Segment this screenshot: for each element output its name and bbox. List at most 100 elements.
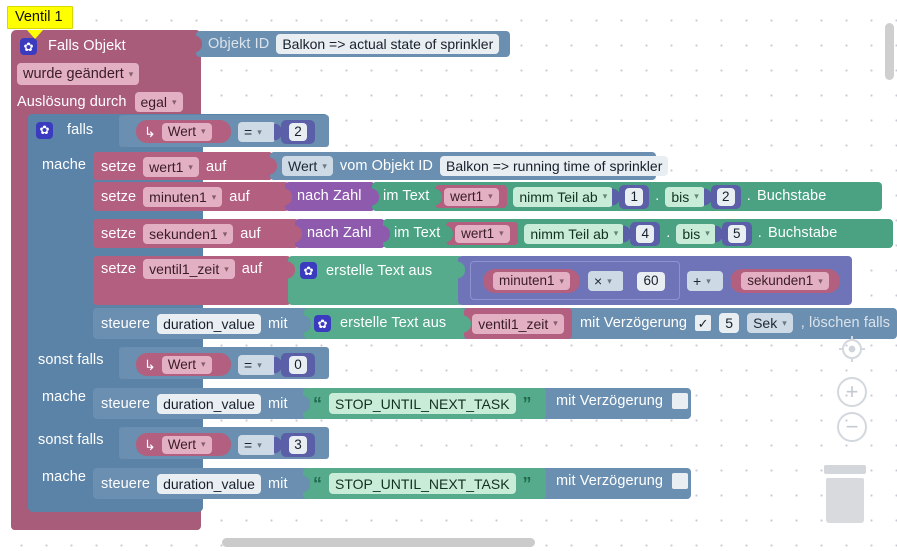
control-target-1[interactable]: duration_value — [157, 314, 261, 334]
from-object-label: vom Objekt ID — [339, 157, 434, 174]
text-value-3[interactable]: STOP_UNTIL_NEXT_TASK — [329, 473, 516, 494]
create-text-block-2[interactable]: ✿ erstelle Text aus — [303, 308, 465, 339]
zoom-out-button[interactable]: − — [837, 412, 867, 442]
value-variable-1[interactable]: ventil1_zeit — [472, 313, 564, 334]
trash-can-button[interactable] — [824, 465, 866, 523]
number-field-2[interactable]: 0 — [289, 356, 307, 374]
create-text-block-1[interactable]: ✿ erstelle Text aus — [287, 256, 463, 305]
arithmetic-block[interactable]: minuten1 × 60 + sekunden1 — [457, 256, 852, 305]
multiply-operator[interactable]: × — [588, 271, 624, 291]
substring-dropdown-minuten[interactable]: nimm Teil ab — [513, 186, 614, 207]
substring-block-sekunden[interactable]: im Text wert1 nimm Teil ab 4 . bis 5 — [382, 219, 893, 248]
number-block-2[interactable]: 0 — [274, 353, 315, 377]
set-label: setze — [101, 260, 137, 277]
substring-block-minuten[interactable]: im Text wert1 nimm Teil ab 1 . bis 2 — [371, 182, 882, 211]
variable-sekunden1[interactable]: sekunden1 — [143, 224, 234, 244]
to-number-label: nach Zahl — [307, 225, 372, 242]
from-index-sekunden[interactable]: 4 — [636, 224, 654, 243]
zoom-in-button[interactable]: + — [837, 377, 867, 407]
getter-variable-3[interactable]: Wert — [161, 435, 212, 454]
gear-icon[interactable]: ✿ — [300, 262, 317, 279]
trigger-by-dropdown[interactable]: egal — [134, 92, 183, 112]
substring-dropdown-sekunden[interactable]: nimm Teil ab — [524, 223, 625, 244]
getter-block-3[interactable]: ↳ Wert — [136, 433, 231, 456]
delay-checkbox-3[interactable] — [672, 473, 689, 489]
gear-icon[interactable]: ✿ — [20, 38, 37, 55]
quote-close-icon: ” — [522, 393, 532, 414]
to-index-block-minuten[interactable]: 2 — [703, 184, 741, 209]
value-variable-block-1[interactable]: ventil1_zeit — [463, 308, 572, 339]
text-block-2[interactable]: “ STOP_UNTIL_NEXT_TASK ” — [302, 388, 546, 419]
to-label: auf — [241, 260, 263, 277]
object-id-field[interactable]: Balkon => actual state of sprinkler — [276, 34, 500, 54]
number-block-3[interactable]: 3 — [274, 433, 315, 457]
control-target-3[interactable]: duration_value — [157, 474, 261, 494]
set-label: setze — [101, 158, 137, 175]
to-number-block-sekunden[interactable]: nach Zahl — [294, 219, 385, 248]
get-object-value-block[interactable]: Wert vom Objekt ID Balkon => running tim… — [269, 152, 669, 180]
delay-row-3: mit Verzögerung — [556, 473, 689, 489]
getter-variable-2[interactable]: Wert — [161, 355, 212, 374]
set-label: setze — [101, 188, 137, 205]
set-wert1-row: setze wert1 auf — [101, 157, 226, 177]
delay-checkbox-1[interactable]: ✓ — [695, 315, 712, 331]
variable-block-sekunden1[interactable]: sekunden1 — [723, 269, 840, 293]
getter-wert[interactable]: Wert — [282, 156, 333, 176]
gear-icon[interactable]: ✿ — [314, 315, 331, 332]
text-variable-sekunden[interactable]: wert1 — [455, 224, 510, 243]
operand-sekunden1[interactable]: sekunden1 — [741, 272, 829, 290]
text-variable-block-sekunden[interactable]: wert1 — [445, 222, 519, 245]
comparison-operator-3[interactable]: = — [238, 435, 276, 455]
condition-dropdown[interactable]: wurde geändert — [17, 63, 140, 85]
comparison-operator-2[interactable]: = — [238, 355, 276, 375]
to-index-minuten[interactable]: 2 — [717, 187, 735, 206]
delay-number-1[interactable]: 5 — [719, 313, 740, 333]
to-index-sekunden[interactable]: 5 — [728, 224, 746, 243]
number-field-1[interactable]: 2 — [289, 123, 307, 141]
from-index-block-sekunden[interactable]: 4 — [623, 221, 661, 246]
delay-label-1: mit Verzögerung — [580, 314, 688, 331]
getter-variable-1[interactable]: Wert — [161, 122, 212, 141]
number-field-60[interactable]: 60 — [637, 271, 665, 291]
block-comment[interactable]: Ventil 1 — [7, 6, 73, 29]
text-variable-minuten[interactable]: wert1 — [444, 187, 499, 206]
to-label-sekunden[interactable]: bis — [676, 223, 716, 244]
condition-dropdown-wrapper[interactable]: wurde geändert — [17, 63, 140, 85]
to-label-minuten[interactable]: bis — [665, 186, 705, 207]
text-block-3[interactable]: “ STOP_UNTIL_NEXT_TASK ” — [302, 468, 546, 499]
variable-wert1[interactable]: wert1 — [143, 157, 199, 177]
object-id-value-block[interactable]: Objekt ID Balkon => actual state of spri… — [194, 31, 510, 57]
variable-block-minuten1[interactable]: minuten1 — [476, 269, 580, 293]
number-block-1[interactable]: 2 — [274, 120, 315, 144]
plus-operator[interactable]: + — [687, 271, 723, 291]
comparison-operator-1[interactable]: = — [238, 122, 276, 142]
getter-block-2[interactable]: ↳ Wert — [136, 353, 231, 376]
with-label-1: mit — [267, 315, 288, 332]
control-target-2[interactable]: duration_value — [157, 394, 261, 414]
control-row-1: steuere duration_value mit — [101, 314, 288, 334]
variable-minuten1[interactable]: minuten1 — [143, 187, 223, 207]
from-index-block-minuten[interactable]: 1 — [612, 184, 650, 209]
set-sekunden1-row: setze sekunden1 auf — [101, 224, 261, 244]
gear-icon[interactable]: ✿ — [36, 121, 53, 139]
getter-block-1[interactable]: ↳ Wert — [136, 120, 231, 143]
text-variable-block-minuten[interactable]: wert1 — [434, 185, 508, 208]
number-field-3[interactable]: 3 — [289, 436, 307, 454]
number-block-60[interactable]: 60 — [623, 268, 672, 294]
with-label-3: mit — [267, 475, 288, 492]
vertical-scrollbar[interactable] — [885, 23, 894, 80]
delay-checkbox-2[interactable] — [672, 393, 689, 409]
horizontal-scrollbar[interactable] — [222, 538, 535, 547]
blockly-workspace[interactable]: ✿ Falls Objekt Objekt ID Balkon => actua… — [0, 0, 897, 551]
to-number-block-minuten[interactable]: nach Zahl — [284, 182, 375, 211]
delay-unit-1[interactable]: Sek — [747, 313, 793, 333]
minus-icon: − — [845, 414, 859, 439]
center-workspace-button[interactable] — [837, 334, 867, 364]
quote-open-icon: “ — [313, 393, 322, 414]
text-value-2[interactable]: STOP_UNTIL_NEXT_TASK — [329, 393, 516, 414]
to-index-block-sekunden[interactable]: 5 — [714, 221, 752, 246]
operand-minuten1[interactable]: minuten1 — [492, 272, 571, 290]
object-id-field-running[interactable]: Balkon => running time of sprinkler — [440, 156, 669, 176]
from-index-minuten[interactable]: 1 — [625, 187, 643, 206]
variable-ventil1-zeit[interactable]: ventil1_zeit — [143, 259, 235, 279]
